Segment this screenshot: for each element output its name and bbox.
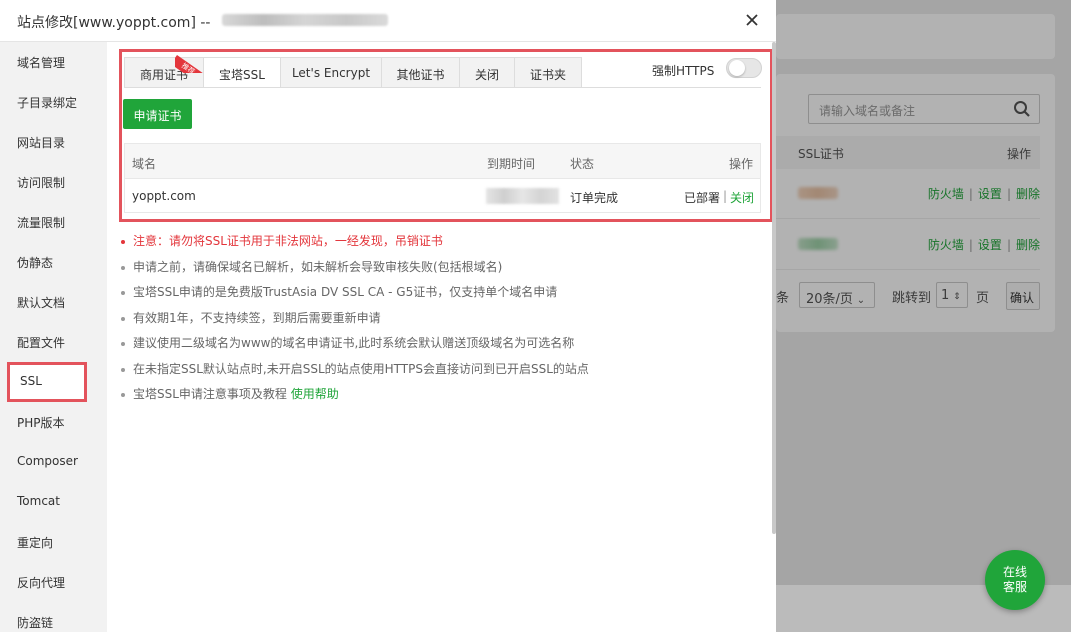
- deployed-label: 已部署: [684, 191, 721, 205]
- modal-header: 站点修改[www.yoppt.com] --: [0, 0, 776, 42]
- cert-table-header: 域名 到期时间 状态 操作: [125, 144, 760, 179]
- tab-bt-ssl[interactable]: 宝塔SSL: [203, 57, 281, 88]
- blurred-title-text: [222, 14, 388, 26]
- bullet: [121, 290, 125, 295]
- sidebar-item-reverse-proxy[interactable]: 反向代理: [0, 562, 107, 602]
- sidebar-item-hotlink-protection[interactable]: 防盗链: [0, 602, 107, 632]
- sidebar-item-composer[interactable]: Composer: [0, 442, 107, 482]
- force-https-toggle[interactable]: [726, 58, 762, 78]
- note-text: 申请之前，请确保域名已解析，如未解析会导致审核失败(包括根域名): [133, 260, 503, 274]
- note-item: 在未指定SSL默认站点时,未开启SSL的站点使用HTTPS会直接访问到已开启SS…: [121, 360, 589, 377]
- blurred-expiry-date: [486, 188, 559, 204]
- sidebar-item-redirect[interactable]: 重定向: [0, 522, 107, 562]
- tabs-divider: [124, 87, 761, 88]
- note-text: 宝塔SSL申请的是免费版TrustAsia DV SSL CA - G5证书，仅…: [133, 285, 558, 299]
- cert-domain: yoppt.com: [132, 189, 196, 203]
- col-domain: 域名: [132, 157, 157, 171]
- cert-status: 订单完成: [570, 191, 619, 205]
- bullet: [121, 239, 125, 244]
- recommended-ribbon: 推荐: [175, 53, 203, 73]
- sidebar-item-default-doc[interactable]: 默认文档: [0, 282, 107, 322]
- bullet: [121, 392, 125, 397]
- modal-scrollbar[interactable]: [772, 42, 776, 534]
- bullet: [121, 367, 125, 372]
- sidebar-item-domains[interactable]: 域名管理: [0, 42, 107, 82]
- help-link[interactable]: 使用帮助: [291, 387, 339, 401]
- note-text: 注意：请勿将SSL证书用于非法网站，一经发现，吊销证书: [133, 234, 443, 248]
- tab-close-ssl[interactable]: 关闭: [459, 57, 515, 88]
- bullet: [121, 341, 125, 346]
- sidebar-item-subdir-binding[interactable]: 子目录绑定: [0, 82, 107, 122]
- site-edit-modal: 站点修改[www.yoppt.com] -- 域名管理 子目录绑定 网站目录 访…: [0, 0, 776, 632]
- note-warning: 注意：请勿将SSL证书用于非法网站，一经发现，吊销证书: [121, 232, 443, 249]
- toggle-knob: [729, 60, 745, 76]
- modal-overlay: [776, 0, 1071, 632]
- modal-title: 站点修改[www.yoppt.com] --: [17, 15, 211, 31]
- col-expiry: 到期时间: [487, 157, 536, 171]
- sidebar-item-config-file[interactable]: 配置文件: [0, 322, 107, 362]
- bullet: [121, 265, 125, 270]
- note-item: 宝塔SSL申请注意事项及教程 使用帮助: [121, 385, 339, 402]
- bullet: [121, 316, 125, 321]
- apply-cert-button[interactable]: 申请证书: [123, 99, 192, 129]
- sidebar-item-access-limit[interactable]: 访问限制: [0, 162, 107, 202]
- settings-sidebar: 域名管理 子目录绑定 网站目录 访问限制 流量限制 伪静态 默认文档 配置文件 …: [0, 42, 107, 632]
- chat-line-1: 在线: [1002, 565, 1027, 579]
- sidebar-item-rewrite[interactable]: 伪静态: [0, 242, 107, 282]
- col-status: 状态: [570, 157, 595, 171]
- tab-other-cert[interactable]: 其他证书: [381, 57, 460, 88]
- cert-table: 域名 到期时间 状态 操作 yoppt.com 订单完成 已部署 | 关闭: [124, 143, 761, 213]
- note-text: 有效期1年，不支持续签，到期后需要重新申请: [133, 311, 381, 325]
- online-support-button[interactable]: 在线 客服: [985, 550, 1045, 610]
- force-https-label: 强制HTTPS: [652, 64, 715, 78]
- tab-cert-folder[interactable]: 证书夹: [514, 57, 582, 88]
- sidebar-item-tomcat[interactable]: Tomcat: [0, 482, 107, 522]
- separator: |: [723, 189, 728, 203]
- sidebar-item-php-version[interactable]: PHP版本: [0, 402, 107, 442]
- chat-line-2: 客服: [1002, 580, 1027, 594]
- tab-lets-encrypt[interactable]: Let's Encrypt: [280, 57, 382, 88]
- ssl-panel: 商用证书 宝塔SSL Let's Encrypt 其他证书 关闭 证书夹 推荐 …: [107, 42, 776, 632]
- note-item: 建议使用二级域名为www的域名申请证书,此时系统会默认赠送顶级域名为可选名称: [121, 334, 574, 351]
- ribbon-label: 推荐: [175, 55, 203, 73]
- note-text: 建议使用二级域名为www的域名申请证书,此时系统会默认赠送顶级域名为可选名称: [133, 336, 575, 350]
- sidebar-item-traffic-limit[interactable]: 流量限制: [0, 202, 107, 242]
- sidebar-item-ssl[interactable]: SSL: [7, 362, 87, 402]
- note-item: 有效期1年，不支持续签，到期后需要重新申请: [121, 309, 381, 326]
- sidebar-item-site-directory[interactable]: 网站目录: [0, 122, 107, 162]
- note-text: 在未指定SSL默认站点时,未开启SSL的站点使用HTTPS会直接访问到已开启SS…: [133, 362, 589, 376]
- col-action: 操作: [729, 157, 754, 171]
- close-icon[interactable]: [744, 12, 760, 28]
- close-cert-link[interactable]: 关闭: [730, 189, 754, 206]
- table-row: yoppt.com 订单完成 已部署 | 关闭: [125, 179, 760, 213]
- note-item: 宝塔SSL申请的是免费版TrustAsia DV SSL CA - G5证书，仅…: [121, 283, 557, 300]
- note-item: 申请之前，请确保域名已解析，如未解析会导致审核失败(包括根域名): [121, 258, 502, 275]
- note-text: 宝塔SSL申请注意事项及教程: [133, 387, 287, 401]
